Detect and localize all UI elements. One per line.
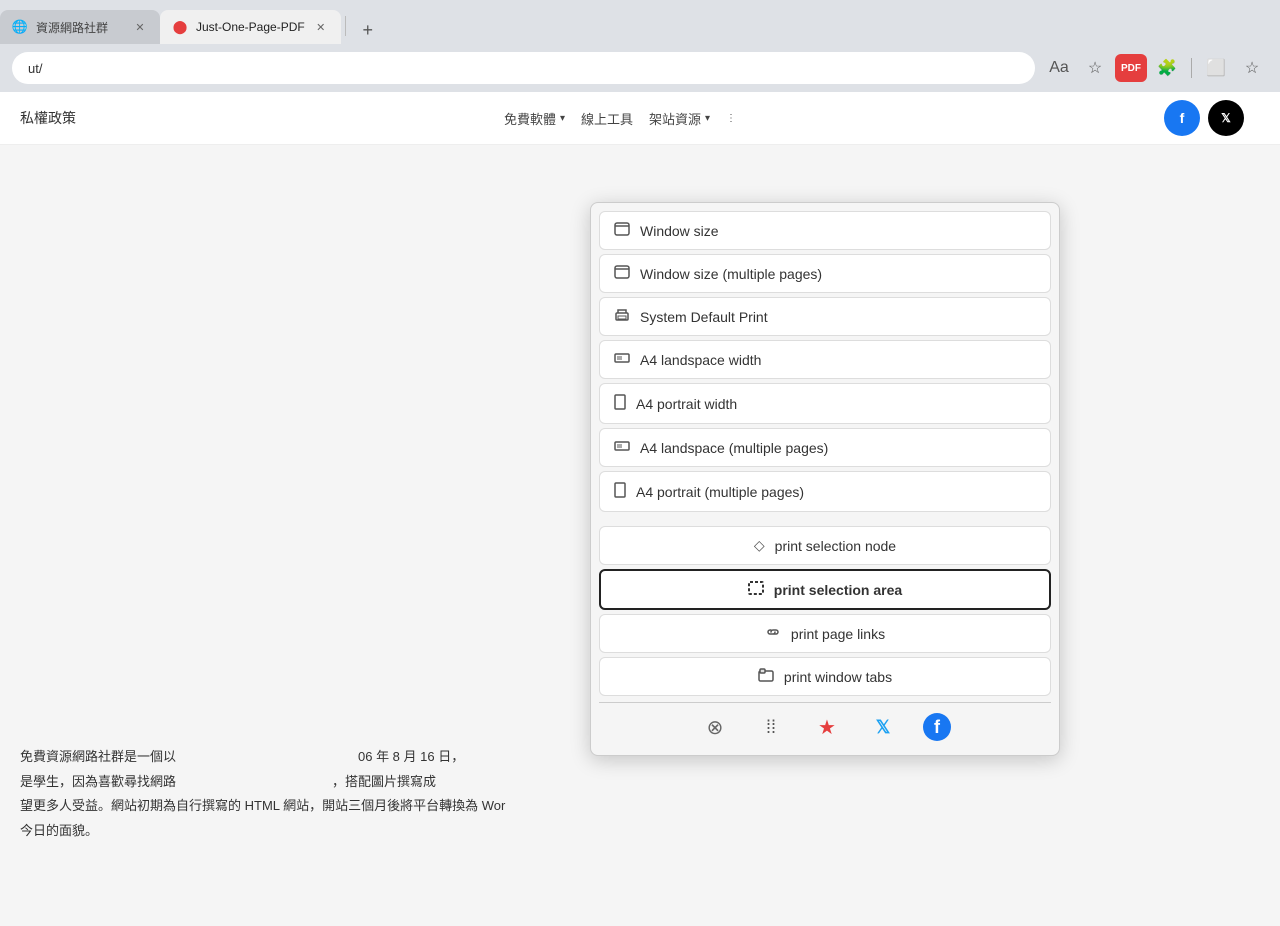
selection-icon <box>748 581 764 598</box>
menu-item-print-page-links[interactable]: print page links <box>599 614 1051 653</box>
tab-2[interactable]: ⬤ Just-One-Page-PDF ✕ <box>160 10 341 44</box>
url-input[interactable]: ut/ <box>12 52 1035 84</box>
social-icons: f 𝕏 <box>1164 100 1260 136</box>
url-text: ut/ <box>28 61 42 76</box>
tab-1[interactable]: 🌐 資源網路社群 ✕ <box>0 10 160 44</box>
portrait-multiple-icon <box>614 482 626 501</box>
star-icon[interactable]: ☆ <box>1079 52 1111 84</box>
tab-1-title: 資源網路社群 <box>36 19 124 36</box>
menu-item-print-window-tabs[interactable]: print window tabs <box>599 657 1051 696</box>
nav-items: 免費軟體 ▾ 線上工具 架站資源 ▾ ⋮ <box>504 109 736 128</box>
menu-item-label: Window size <box>640 223 719 239</box>
portrait-icon <box>614 394 626 413</box>
tab-1-close[interactable]: ✕ <box>132 19 148 35</box>
settings-icon[interactable]: ⁞⁞ <box>755 711 787 743</box>
spacer <box>1252 100 1260 136</box>
tab-1-favicon: 🌐 <box>12 19 28 35</box>
menu-item-label: A4 portrait (multiple pages) <box>636 484 804 500</box>
add-tab-button[interactable]: + <box>354 16 382 44</box>
reading-list-icon[interactable]: ☆ <box>1236 52 1268 84</box>
nav-item-free-software[interactable]: 免費軟體 ▾ <box>504 109 565 128</box>
page-text-line-3: 望更多人受益。網站初期為自行撰寫的 HTML 網站，開站三個月後將平台轉換為 W… <box>20 794 1260 819</box>
menu-item-print-selection-node[interactable]: ◇ print selection node <box>599 526 1051 565</box>
menu-section-size: Window size Window size (multiple pages) <box>599 211 1051 512</box>
browser-chrome: 🌐 資源網路社群 ✕ ⬤ Just-One-Page-PDF ✕ + ut/ A… <box>0 0 1280 92</box>
menu-item-label: A4 landspace width <box>640 352 761 368</box>
menu-item-system-default[interactable]: System Default Print <box>599 297 1051 336</box>
tabs-icon <box>758 668 774 685</box>
pdf-button[interactable]: PDF <box>1115 54 1147 82</box>
facebook-icon[interactable]: f <box>1164 100 1200 136</box>
landscape-icon <box>614 351 630 368</box>
extensions-icon[interactable]: 🧩 <box>1151 52 1183 84</box>
toolbar-icons: Aa ☆ PDF 🧩 ⬜ ☆ <box>1043 52 1268 84</box>
twitter-icon[interactable]: 𝕏 <box>867 711 899 743</box>
menu-item-label: Window size (multiple pages) <box>640 266 822 282</box>
page-text-line-4: 今日的面貌。 <box>20 819 1260 844</box>
split-view-icon[interactable]: ⬜ <box>1200 52 1232 84</box>
page-nav-bar: 私權政策 免費軟體 ▾ 線上工具 架站資源 ▾ ⋮ f 𝕏 <box>0 92 1280 145</box>
menu-item-window-size[interactable]: Window size <box>599 211 1051 250</box>
tab-separator <box>345 16 346 36</box>
arrow-down-icon-2: ▾ <box>705 113 710 124</box>
window-icon <box>614 222 630 239</box>
dropdown-menu: Window size Window size (multiple pages) <box>590 202 1060 756</box>
link-icon <box>765 625 781 642</box>
tab-2-close[interactable]: ✕ <box>313 19 329 35</box>
nav-item-online-tools[interactable]: 線上工具 <box>581 109 633 128</box>
menu-item-label: System Default Print <box>640 309 768 325</box>
menu-item-a4-portrait[interactable]: A4 portrait width <box>599 383 1051 424</box>
star-filled-icon[interactable]: ★ <box>811 711 843 743</box>
diamond-icon: ◇ <box>754 537 765 554</box>
menu-item-label: A4 portrait width <box>636 396 737 412</box>
tab-bar: 🌐 資源網路社群 ✕ ⬤ Just-One-Page-PDF ✕ + <box>0 0 1280 44</box>
dropdown-bottom-toolbar: ⊗ ⁞⁞ ★ 𝕏 f <box>599 702 1051 747</box>
menu-item-label: print selection area <box>774 582 902 598</box>
page-text-line-2: 是學生，因為喜歡尋找網路 ，搭配圖片撰寫成 <box>20 770 1260 795</box>
printer-icon <box>614 308 630 325</box>
menu-divider-1 <box>599 518 1051 526</box>
menu-item-label: print selection node <box>775 538 896 554</box>
tab-2-title: Just-One-Page-PDF <box>196 20 305 34</box>
arrow-down-icon: ▾ <box>560 113 565 124</box>
menu-item-window-size-multiple[interactable]: Window size (multiple pages) <box>599 254 1051 293</box>
menu-item-a4-portrait-multiple[interactable]: A4 portrait (multiple pages) <box>599 471 1051 512</box>
menu-item-label: print page links <box>791 626 885 642</box>
more-icon[interactable]: ⋮ <box>726 113 736 124</box>
tab-2-favicon: ⬤ <box>172 19 188 35</box>
menu-item-a4-landscape[interactable]: A4 landspace width <box>599 340 1051 379</box>
text-cursor-icon[interactable]: Aa <box>1043 52 1075 84</box>
page-text-content: 免費資源網路社群是一個以 06 年 8 月 16 日， 是學生，因為喜歡尋找網路… <box>20 745 1260 844</box>
x-twitter-icon[interactable]: 𝕏 <box>1208 100 1244 136</box>
menu-item-label: print window tabs <box>784 669 892 685</box>
address-bar: ut/ Aa ☆ PDF 🧩 ⬜ ☆ <box>0 44 1280 92</box>
privacy-link[interactable]: 私權政策 <box>20 108 76 128</box>
window-multiple-icon <box>614 265 630 282</box>
landscape-multiple-icon <box>614 439 630 456</box>
menu-item-a4-landscape-multiple[interactable]: A4 landspace (multiple pages) <box>599 428 1051 467</box>
menu-item-label: A4 landspace (multiple pages) <box>640 440 828 456</box>
menu-section-print: ◇ print selection node print selection a… <box>599 526 1051 696</box>
facebook-share-icon[interactable]: f <box>923 713 951 741</box>
toolbar-separator <box>1191 58 1192 78</box>
nav-item-site-resources[interactable]: 架站資源 ▾ <box>649 109 710 128</box>
menu-item-print-selection-area[interactable]: print selection area <box>599 569 1051 610</box>
page-content: 私權政策 免費軟體 ▾ 線上工具 架站資源 ▾ ⋮ f 𝕏 免費資源網路社群是一… <box>0 92 1280 926</box>
close-icon[interactable]: ⊗ <box>699 711 731 743</box>
